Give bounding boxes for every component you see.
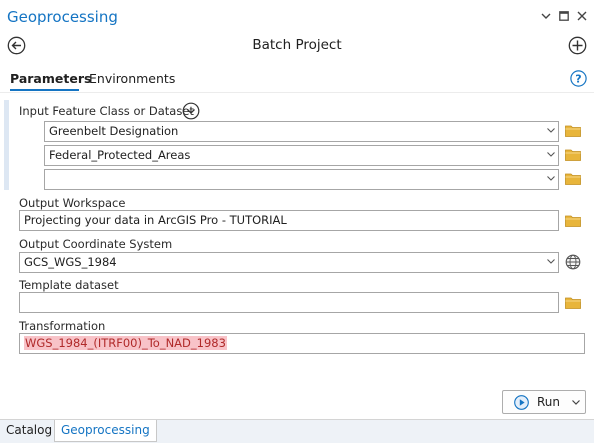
globe-icon — [565, 254, 581, 270]
tab-geoprocessing[interactable]: Geoprocessing — [54, 420, 157, 442]
browse-template-button[interactable] — [565, 296, 581, 312]
output-workspace-value: Projecting your data in ArcGIS Pro - TUT… — [24, 213, 287, 227]
parameter-group-indicator — [4, 100, 9, 190]
transformation-select[interactable]: WGS_1984_(ITRF00)_To_NAD_1983 — [19, 333, 585, 354]
pane-title: Geoprocessing — [7, 8, 118, 26]
input-dataset-2[interactable]: Federal_Protected_Areas — [44, 145, 559, 166]
chevron-down-icon — [547, 259, 555, 264]
input-dataset-1-value: Greenbelt Designation — [49, 124, 179, 138]
add-button[interactable] — [568, 36, 587, 55]
input-dataset-1[interactable]: Greenbelt Designation — [44, 121, 559, 142]
tab-catalog[interactable]: Catalog — [0, 420, 58, 442]
help-icon: ? — [570, 70, 587, 87]
transformation-value: WGS_1984_(ITRF00)_To_NAD_1983 — [24, 336, 227, 350]
active-tab-indicator — [10, 89, 79, 91]
tab-environments[interactable]: Environments — [89, 71, 175, 86]
plus-circle-icon — [568, 36, 587, 55]
chevron-down-icon — [547, 128, 555, 133]
chevron-down-icon — [547, 152, 555, 157]
coordinate-system-label: Output Coordinate System — [19, 237, 173, 251]
pane-options-chevron-icon[interactable] — [539, 9, 553, 23]
folder-icon — [565, 297, 581, 309]
folder-icon — [565, 125, 581, 137]
input-dataset-3[interactable] — [44, 169, 559, 190]
tool-title: Batch Project — [252, 37, 342, 53]
transformation-label: Transformation — [19, 319, 106, 333]
input-dataset-2-value: Federal_Protected_Areas — [49, 148, 191, 162]
coordinate-system-value: GCS_WGS_1984 — [24, 255, 117, 269]
browse-output-workspace-button[interactable] — [565, 214, 581, 230]
tab-parameters[interactable]: Parameters — [10, 71, 91, 86]
run-button[interactable]: Run — [502, 390, 586, 414]
browse-input-1-button[interactable] — [565, 124, 581, 140]
folder-icon — [565, 149, 581, 161]
output-workspace-input[interactable]: Projecting your data in ArcGIS Pro - TUT… — [19, 210, 559, 231]
run-options-chevron-icon — [572, 400, 580, 405]
template-dataset-label: Template dataset — [19, 278, 119, 292]
expand-input-button[interactable] — [182, 102, 200, 120]
select-coordinate-system-button[interactable] — [565, 254, 581, 270]
browse-input-3-button[interactable] — [565, 172, 581, 188]
close-icon[interactable] — [575, 9, 589, 23]
svg-text:?: ? — [575, 73, 581, 86]
output-workspace-label: Output Workspace — [19, 196, 126, 210]
chevron-down-icon — [547, 176, 555, 181]
input-features-label: Input Feature Class or Dataset — [19, 104, 194, 118]
folder-icon — [565, 173, 581, 185]
browse-input-2-button[interactable] — [565, 148, 581, 164]
tabs-divider — [0, 92, 594, 93]
maximize-icon[interactable] — [557, 9, 571, 23]
help-button[interactable]: ? — [570, 70, 587, 87]
coordinate-system-select[interactable]: GCS_WGS_1984 — [19, 252, 559, 273]
run-label: Run — [537, 395, 561, 409]
folder-icon — [565, 215, 581, 227]
play-icon — [514, 395, 529, 410]
chevron-down-circle-icon — [182, 102, 200, 120]
template-dataset-input[interactable] — [19, 292, 559, 313]
